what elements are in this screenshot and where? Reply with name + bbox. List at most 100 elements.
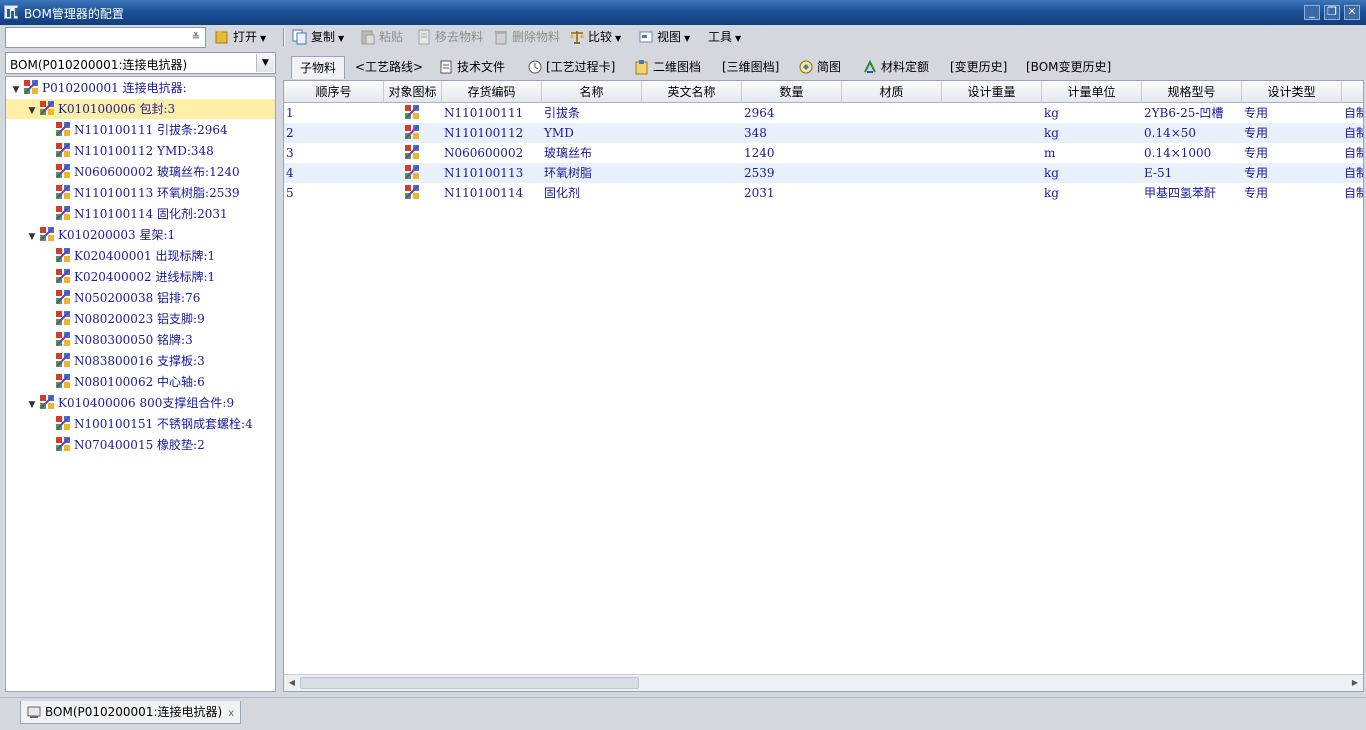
cell-spec: E-51 bbox=[1144, 166, 1173, 180]
copy-button[interactable]: 复制 ▼ bbox=[292, 27, 344, 48]
tree-node-label: K010400006 800支撑组合件:9 bbox=[58, 396, 235, 410]
tab-3d-drawings[interactable]: [三维图档] bbox=[722, 56, 779, 79]
column-header[interactable]: 存货编码 bbox=[442, 81, 542, 103]
tab-bom-change-history[interactable]: [BOM变更历史] bbox=[1026, 56, 1111, 79]
compare-button[interactable]: 比较 ▼ bbox=[569, 27, 621, 48]
column-header[interactable] bbox=[1342, 81, 1363, 103]
cell-spec: 2YB6-25-凹槽 bbox=[1144, 106, 1224, 120]
dropdown-arrow-icon: ▼ bbox=[260, 34, 267, 43]
tab-sketch[interactable]: 简图 bbox=[798, 56, 841, 79]
tree-node[interactable]: N070400015 橡胶垫:2 bbox=[55, 435, 205, 455]
tab-label: [变更历史] bbox=[950, 60, 1008, 74]
minimize-button[interactable]: _ bbox=[1304, 5, 1320, 20]
scroll-thumb[interactable] bbox=[300, 677, 639, 689]
double-chevron-down-icon[interactable]: ≚ bbox=[189, 29, 203, 46]
bom-item-icon bbox=[55, 163, 71, 179]
scroll-right-icon[interactable]: ▶ bbox=[1348, 677, 1362, 689]
tree-node[interactable]: N110100114 固化剂:2031 bbox=[55, 204, 228, 224]
tree-node[interactable]: N080200023 铝支脚:9 bbox=[55, 309, 205, 329]
column-header[interactable]: 材质 bbox=[842, 81, 942, 103]
tree-node-label: N083800016 支撑板:3 bbox=[74, 354, 205, 368]
tree-node-label: K010100006 包封:3 bbox=[58, 102, 176, 116]
cell-object-icon bbox=[402, 103, 423, 123]
table-row[interactable]: 1 N110100111 引拔条 2964 kg 2YB6-25-凹槽 专用 自… bbox=[284, 103, 1363, 123]
bom-item-icon bbox=[23, 79, 39, 95]
process-card-icon bbox=[527, 59, 543, 75]
drawing-2d-icon bbox=[634, 59, 650, 75]
scroll-left-icon[interactable]: ◀ bbox=[285, 677, 299, 689]
tree-node-label: N080200023 铝支脚:9 bbox=[74, 312, 205, 326]
tree-node-label: N110100112 YMD:348 bbox=[74, 144, 214, 158]
column-header[interactable]: 名称 bbox=[542, 81, 642, 103]
tab-tech-documents[interactable]: 技术文件 bbox=[438, 56, 505, 79]
table-row[interactable]: 2 N110100112 YMD 348 kg 0.14×50 专用 自制 bbox=[284, 123, 1363, 143]
tab-label: 材料定额 bbox=[881, 60, 930, 74]
cell-object-icon bbox=[402, 123, 423, 143]
view-button[interactable]: 视图 ▼ bbox=[638, 27, 690, 48]
tree-node[interactable]: N083800016 支撑板:3 bbox=[55, 351, 205, 371]
chevron-down-icon[interactable]: ▼ bbox=[256, 54, 274, 72]
tree-node[interactable]: N110100111 引拔条:2964 bbox=[55, 120, 228, 140]
window-title: BOM管理器的配置 bbox=[24, 7, 124, 21]
expand-toggle-icon[interactable]: ▼ bbox=[9, 80, 23, 100]
tree-node-label: N100100151 不锈钢成套螺栓:4 bbox=[74, 417, 253, 431]
column-header[interactable]: 计量单位 bbox=[1042, 81, 1142, 103]
tree-node-root[interactable]: ▼ P010200001 连接电抗器: bbox=[9, 78, 187, 98]
column-header[interactable]: 设计类型 bbox=[1242, 81, 1342, 103]
tab-process-route[interactable]: <工艺路线> bbox=[355, 56, 423, 79]
tools-button[interactable]: 工具 ▼ bbox=[708, 27, 741, 48]
tree-node[interactable]: N080300050 铭牌:3 bbox=[55, 330, 193, 350]
expand-toggle-icon[interactable]: ▼ bbox=[25, 227, 39, 247]
search-combo[interactable]: ≚ bbox=[5, 27, 206, 48]
table-row[interactable]: 3 N060600002 玻璃丝布 1240 m 0.14×1000 专用 自制 bbox=[284, 143, 1363, 163]
bom-item-icon bbox=[55, 184, 71, 200]
tab-sub-materials[interactable]: 子物料 bbox=[291, 56, 346, 79]
document-tab-bar: BOM(P010200001:连接电抗器) x bbox=[0, 697, 1366, 730]
detail-tab-bar: 子物料 <工艺路线> 技术文件 [工艺过程卡] 二维图档 [三维图档] 简图 材… bbox=[283, 52, 1364, 79]
cell-unit: m bbox=[1044, 146, 1056, 160]
close-button[interactable]: ✕ bbox=[1344, 5, 1360, 20]
tree-node[interactable]: N060600002 玻璃丝布:1240 bbox=[55, 162, 240, 182]
column-header[interactable]: 英文名称 bbox=[642, 81, 742, 103]
bom-item-icon bbox=[55, 121, 71, 137]
tree-node[interactable]: N110100113 环氧树脂:2539 bbox=[55, 183, 240, 203]
open-button[interactable]: 打开 ▼ bbox=[214, 27, 266, 48]
expand-toggle-icon[interactable]: ▼ bbox=[25, 101, 39, 121]
tree-node[interactable]: N100100151 不锈钢成套螺栓:4 bbox=[55, 414, 253, 434]
table-row[interactable]: 4 N110100113 环氧树脂 2539 kg E-51 专用 自制 bbox=[284, 163, 1363, 183]
tree-node[interactable]: ▼ K010200003 星架:1 bbox=[25, 225, 175, 245]
bom-selector[interactable]: BOM(P010200001:连接电抗器) ▼ bbox=[5, 52, 276, 74]
tree-node[interactable]: ▼ K010400006 800支撑组合件:9 bbox=[25, 393, 234, 413]
horizontal-scrollbar[interactable]: ◀ ▶ bbox=[284, 674, 1363, 691]
tab-2d-drawings[interactable]: 二维图档 bbox=[634, 56, 701, 79]
tree-node[interactable]: N110100112 YMD:348 bbox=[55, 141, 214, 161]
remove-material-button[interactable]: 移去物料 bbox=[416, 27, 483, 48]
column-header[interactable]: 顺序号 bbox=[284, 81, 384, 103]
bom-item-icon bbox=[404, 104, 420, 120]
cell-spec: 0.14×1000 bbox=[1144, 146, 1212, 160]
tree-node-label: N080300050 铭牌:3 bbox=[74, 333, 193, 347]
cell-name: 环氧树脂 bbox=[544, 166, 593, 180]
tab-material-quota[interactable]: 材料定额 bbox=[862, 56, 929, 79]
cell-qty: 2539 bbox=[744, 166, 775, 180]
close-tab-icon[interactable]: x bbox=[228, 708, 234, 719]
tree-node-label: N050200038 铝排:76 bbox=[74, 291, 201, 305]
tree-node[interactable]: N050200038 铝排:76 bbox=[55, 288, 200, 308]
paste-button[interactable]: 粘贴 bbox=[360, 27, 403, 48]
column-header[interactable]: 设计重量 bbox=[942, 81, 1042, 103]
column-header[interactable]: 数量 bbox=[742, 81, 842, 103]
tab-change-history[interactable]: [变更历史] bbox=[950, 56, 1007, 79]
tree-node-selected[interactable]: ▼ K010100006 包封:3 bbox=[6, 99, 275, 119]
tree-node[interactable]: K020400001 出现标牌:1 bbox=[55, 246, 215, 266]
column-header[interactable]: 规格型号 bbox=[1142, 81, 1242, 103]
tree-node[interactable]: N080100062 中心轴:6 bbox=[55, 372, 205, 392]
tab-process-card[interactable]: [工艺过程卡] bbox=[527, 56, 615, 79]
table-row[interactable]: 5 N110100114 固化剂 2031 kg 甲基四氢苯酐 专用 自制 bbox=[284, 183, 1363, 203]
document-tab[interactable]: BOM(P010200001:连接电抗器) x bbox=[20, 701, 242, 724]
tree-node[interactable]: K020400002 进线标牌:1 bbox=[55, 267, 215, 287]
tree-node-label: K010200003 星架:1 bbox=[58, 228, 176, 242]
column-header[interactable]: 对象图标 bbox=[384, 81, 442, 103]
expand-toggle-icon[interactable]: ▼ bbox=[25, 395, 39, 415]
restore-button[interactable]: ❐ bbox=[1324, 5, 1340, 20]
delete-material-button[interactable]: 删除物料 bbox=[493, 27, 560, 48]
